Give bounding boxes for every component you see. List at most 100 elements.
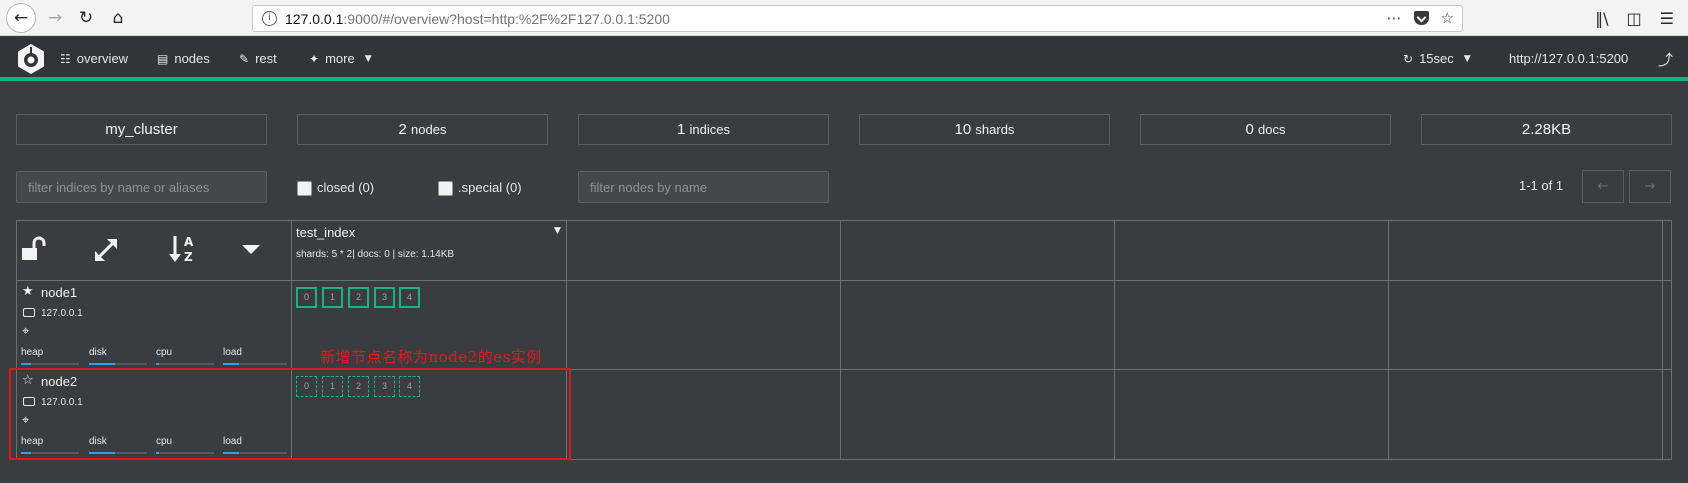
unlock-icon[interactable]: [20, 236, 46, 262]
closed-indices-toggle[interactable]: closed (0): [297, 178, 374, 196]
app-navbar: ☷ overview ▤ nodes ✎ rest ✦ more ▼ ↻ 15s…: [0, 37, 1688, 81]
url-actions: ⋯ ☆: [1387, 9, 1454, 27]
annotation-text: 新增节点名称为node2的es实例: [320, 348, 542, 366]
hdd-icon: [23, 308, 35, 317]
nav-overview[interactable]: ☷ overview: [60, 51, 128, 66]
nav-nodes[interactable]: ▤ nodes: [157, 51, 210, 66]
filter-nodes-input[interactable]: filter nodes by name: [578, 171, 829, 203]
address-bar[interactable]: i 127.0.0.1:9000/#/overview?host=http:%2…: [252, 5, 1463, 32]
server-icon: ▤: [157, 51, 169, 66]
heap-label: heap: [21, 347, 44, 358]
shards-label: shards: [975, 122, 1015, 137]
pocket-icon[interactable]: [1413, 11, 1429, 25]
grid-divider: [1388, 220, 1389, 460]
cluster-name: my_cluster: [105, 121, 178, 138]
sitemap-icon: ☷: [60, 51, 71, 66]
shard-started[interactable]: 0: [296, 287, 317, 308]
shards-count: 10: [954, 121, 972, 138]
more-icon[interactable]: ⋯: [1387, 9, 1402, 27]
expand-icon[interactable]: [93, 237, 119, 263]
url-path: :9000/#/overview?host=http:%2F%2F127.0.0…: [343, 11, 670, 27]
stat-cluster-name: my_cluster: [16, 114, 267, 145]
stat-shards: 10 shards: [859, 114, 1110, 145]
shard-started[interactable]: 3: [374, 287, 395, 308]
cerebro-logo-icon[interactable]: [16, 43, 46, 75]
url-host: 127.0.0.1: [285, 11, 344, 27]
sort-alpha-icon[interactable]: A Z: [168, 234, 198, 264]
docs-label: docs: [1258, 122, 1286, 137]
svg-text:Z: Z: [184, 250, 193, 264]
browser-toolbar: ← → ↻ ⌂ i 127.0.0.1:9000/#/overview?host…: [0, 0, 1688, 36]
next-page-button[interactable]: →: [1629, 170, 1671, 203]
grid-divider: [840, 220, 841, 460]
nav-more[interactable]: ✦ more ▼: [309, 51, 372, 66]
prev-page-button[interactable]: ←: [1582, 170, 1624, 203]
shard-started[interactable]: 4: [399, 287, 420, 308]
menu-icon[interactable]: ☰: [1660, 9, 1674, 28]
cpu-bar-fill: [156, 363, 160, 365]
host-link[interactable]: http://127.0.0.1:5200: [1509, 51, 1628, 66]
load-bar: [223, 363, 287, 365]
home-icon[interactable]: ⌂: [104, 4, 132, 32]
nodes-label: nodes: [411, 122, 447, 137]
stat-nodes: 2 nodes: [297, 114, 548, 145]
bookmark-star-icon[interactable]: ☆: [1441, 9, 1454, 27]
stat-size: 2.28KB: [1421, 114, 1672, 145]
disk-bar: [89, 363, 147, 365]
refresh-icon: ↻: [1403, 51, 1414, 66]
reload-icon[interactable]: ↻: [72, 4, 100, 32]
index-meta: shards: 5 * 2| docs: 0 | size: 1.14KB: [296, 249, 455, 260]
highlight-box: [9, 368, 571, 460]
url-text[interactable]: 127.0.0.1:9000/#/overview?host=http:%2F%…: [285, 11, 670, 27]
disk-bar-fill: [89, 363, 116, 365]
edit-icon: ✎: [239, 51, 250, 66]
host-label: http://127.0.0.1:5200: [1509, 51, 1629, 66]
cpu-label: cpu: [156, 347, 173, 358]
special-label: .special (0): [458, 179, 522, 195]
nav-overview-label: overview: [76, 51, 129, 66]
cpu-bar: [156, 363, 214, 365]
filter-indices-input[interactable]: filter indices by name or aliases: [16, 171, 267, 203]
node-name[interactable]: node1: [41, 285, 77, 300]
index-name[interactable]: test_index: [296, 225, 355, 240]
heap-bar-fill: [21, 363, 32, 365]
refresh-interval-dropdown[interactable]: ↻ 15sec ▼: [1403, 51, 1471, 66]
load-bar-fill: [223, 363, 239, 365]
closed-checkbox[interactable]: [297, 181, 312, 196]
heap-bar: [21, 363, 79, 365]
closed-label: closed (0): [317, 179, 375, 195]
shard-started[interactable]: 2: [348, 287, 369, 308]
special-checkbox[interactable]: [438, 181, 453, 196]
nav-rest[interactable]: ✎ rest: [239, 51, 277, 66]
node-ip: 127.0.0.1: [41, 308, 83, 319]
nodes-count: 2: [398, 121, 407, 138]
back-icon[interactable]: ←: [6, 3, 36, 33]
chevron-down-icon[interactable]: [242, 245, 260, 255]
docs-count: 0: [1245, 121, 1254, 138]
svg-text:A: A: [184, 235, 194, 249]
shard-started[interactable]: 1: [322, 287, 343, 308]
grid-row-divider: [16, 280, 1672, 281]
index-menu-chevron-icon[interactable]: ▼: [554, 226, 561, 236]
nav-nodes-label: nodes: [174, 51, 210, 66]
disconnect-icon[interactable]: ⤴: [1658, 49, 1673, 70]
master-star-icon: ★: [22, 284, 34, 299]
refresh-interval-label: 15sec: [1419, 51, 1454, 66]
sidebar-icon[interactable]: ◫: [1627, 9, 1642, 28]
magic-icon: ✦: [309, 51, 320, 66]
indices-label: indices: [689, 122, 730, 137]
forward-icon[interactable]: →: [41, 4, 69, 32]
stat-docs: 0 docs: [1140, 114, 1391, 145]
total-size: 2.28KB: [1521, 121, 1572, 138]
browser-right-tools: ‖\ ◫ ☰: [1595, 0, 1688, 36]
chevron-down-icon: ▼: [1463, 53, 1471, 64]
info-icon[interactable]: i: [262, 11, 277, 26]
grid-divider: [1114, 220, 1115, 460]
paging-info: 1-1 of 1: [1519, 178, 1564, 193]
chevron-down-icon: ▼: [364, 53, 372, 64]
special-indices-toggle[interactable]: .special (0): [438, 178, 522, 196]
load-label: load: [223, 347, 242, 358]
stat-indices: 1 indices: [578, 114, 829, 145]
plug-icon: ⤴: [1658, 51, 1674, 69]
library-icon[interactable]: ‖\: [1595, 9, 1608, 28]
